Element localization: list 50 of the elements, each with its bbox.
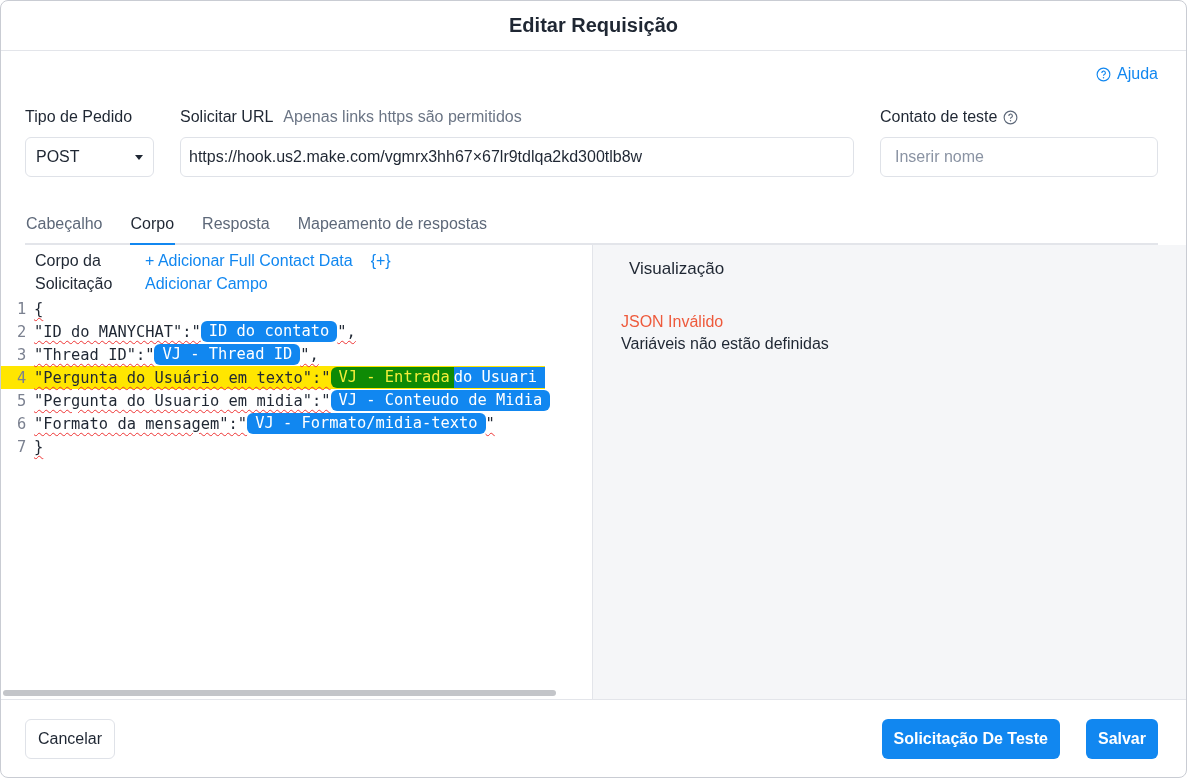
help-icon: [1096, 66, 1112, 82]
save-button[interactable]: Salvar: [1085, 718, 1158, 759]
code-text: ",: [300, 345, 319, 364]
cancel-button[interactable]: Cancelar: [25, 718, 116, 759]
insert-variable-link[interactable]: {+}: [370, 249, 391, 272]
code-text: "Pergunta do Usuário em texto":": [34, 368, 331, 387]
line-number: 2: [17, 322, 28, 341]
field-label: Tipo de Pedido: [25, 107, 134, 127]
code-text: "Thread ID":": [34, 345, 155, 364]
tab[interactable]: Corpo: [129, 215, 176, 245]
code-text: {: [34, 299, 44, 318]
code-text: "ID do MANYCHAT":": [34, 322, 201, 341]
dialog-title: Editar Requisição: [509, 14, 678, 37]
tab[interactable]: Mapeamento de respostas: [296, 215, 489, 245]
line-number: 1: [17, 299, 28, 318]
request-type-dropdown[interactable]: POST: [25, 137, 154, 177]
variable-tag[interactable]: VJ - Thread ID: [154, 344, 301, 365]
line-number: 7: [17, 437, 28, 456]
variable-tag[interactable]: do Usuari: [453, 367, 546, 388]
contact-input-field[interactable]: Inserir nome: [880, 137, 1158, 177]
line-number: 6: [17, 414, 28, 433]
code-text: "Pergunta do Usuario em midia":": [34, 391, 331, 410]
preview-title: Visualização: [629, 259, 726, 279]
editor-title: Corpo da Solicitação: [35, 251, 114, 294]
variable-tag[interactable]: VJ - Formato/midia-texto: [247, 413, 486, 434]
line-number: 5: [17, 391, 28, 410]
horizontal-scrollbar[interactable]: [3, 690, 556, 696]
tab[interactable]: Resposta: [201, 215, 271, 245]
preview-message: Variáveis não estão definidas: [621, 335, 830, 353]
field-label: Contato de teste: [880, 108, 998, 126]
help-link[interactable]: Ajuda: [1096, 65, 1158, 83]
help-icon: [1003, 109, 1019, 125]
error-message: JSON Inválido: [621, 313, 725, 331]
caret-icon: [135, 154, 143, 160]
tab[interactable]: Cabeçalho: [25, 215, 104, 245]
code-text: ": [485, 414, 495, 433]
code-text: }: [34, 437, 44, 456]
variable-tag[interactable]: VJ - Conteudo de Midia: [330, 390, 551, 411]
line-number: 4: [17, 368, 28, 387]
add-field-link[interactable]: Adicionar Campo: [145, 272, 353, 295]
add-full-contact-link[interactable]: + Adicionar Full Contact Data: [145, 249, 353, 272]
code-text: "Formato da mensagem":": [34, 414, 248, 433]
line-number: 3: [17, 345, 28, 364]
url-input-field[interactable]: https://hook.us2.make.com/vgmrx3hh67×67lr9tdlqa2kd300tlb8w: [180, 137, 854, 177]
test-request-button[interactable]: Solicitação De Teste: [881, 718, 1060, 759]
variable-tag[interactable]: VJ - Entrada: [330, 367, 454, 388]
field-hint: Apenas links https são permitidos: [283, 108, 522, 126]
code-text: ",: [337, 322, 356, 341]
field-label: Solicitar URL: [180, 108, 274, 126]
variable-tag[interactable]: ID do contato: [200, 321, 338, 342]
